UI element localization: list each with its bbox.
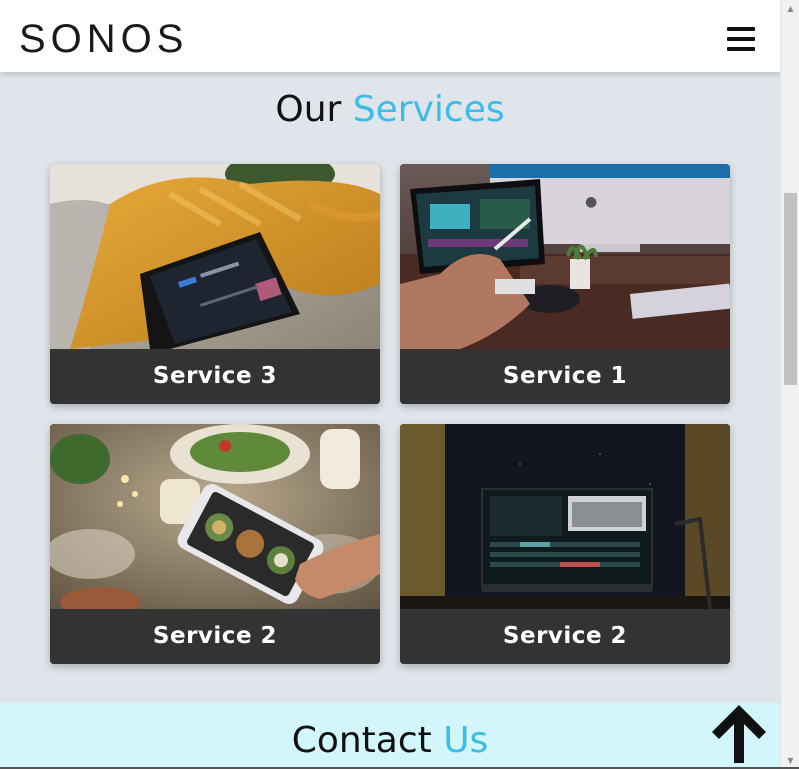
laptop-video-editing-photo	[400, 424, 730, 609]
tablet-on-couch-photo	[50, 164, 380, 349]
services-heading-accent: Services	[352, 89, 505, 130]
service-card-label: Service 2	[502, 623, 628, 649]
service-card[interactable]: Service 3	[50, 164, 380, 404]
page-viewport: SONOS Our Services Service 3 ● Service 1…	[0, 0, 780, 769]
contact-heading-accent: Us	[443, 720, 489, 761]
arrow-up-icon[interactable]	[706, 699, 772, 765]
hamburger-menu-icon[interactable]	[722, 25, 756, 55]
menu-line	[727, 27, 755, 31]
service-card-label: Service 1	[502, 363, 628, 389]
vertical-scrollbar[interactable]: ▲ ▼	[780, 0, 799, 769]
service-card[interactable]: ● Service 1	[400, 164, 730, 404]
service-card[interactable]: Service 2	[50, 424, 380, 664]
service-card-label-bar: Service 3	[50, 349, 380, 404]
services-heading: Our Services	[0, 88, 780, 132]
tablet-stylus-desk-photo: ●	[400, 164, 730, 349]
service-card-label-bar: Service 2	[400, 609, 730, 664]
contact-heading: Contact Us	[0, 719, 780, 763]
service-card[interactable]: Service 2	[400, 424, 730, 664]
scrollbar-thumb[interactable]	[784, 193, 797, 385]
service-card-label-bar: Service 2	[50, 609, 380, 664]
service-card-label-bar: Service 1	[400, 349, 730, 404]
menu-line	[727, 37, 755, 41]
menu-line	[727, 47, 755, 51]
service-card-label: Service 3	[152, 363, 278, 389]
scroll-up-arrow-icon[interactable]: ▲	[781, 0, 799, 17]
brand-logo[interactable]: SONOS	[19, 14, 188, 64]
service-card-label: Service 2	[152, 623, 278, 649]
contact-heading-plain: Contact	[291, 720, 432, 761]
services-heading-plain: Our	[275, 89, 342, 130]
site-header: SONOS	[0, 0, 780, 72]
phone-food-table-photo	[50, 424, 380, 609]
svg-text:●: ●	[585, 194, 597, 210]
